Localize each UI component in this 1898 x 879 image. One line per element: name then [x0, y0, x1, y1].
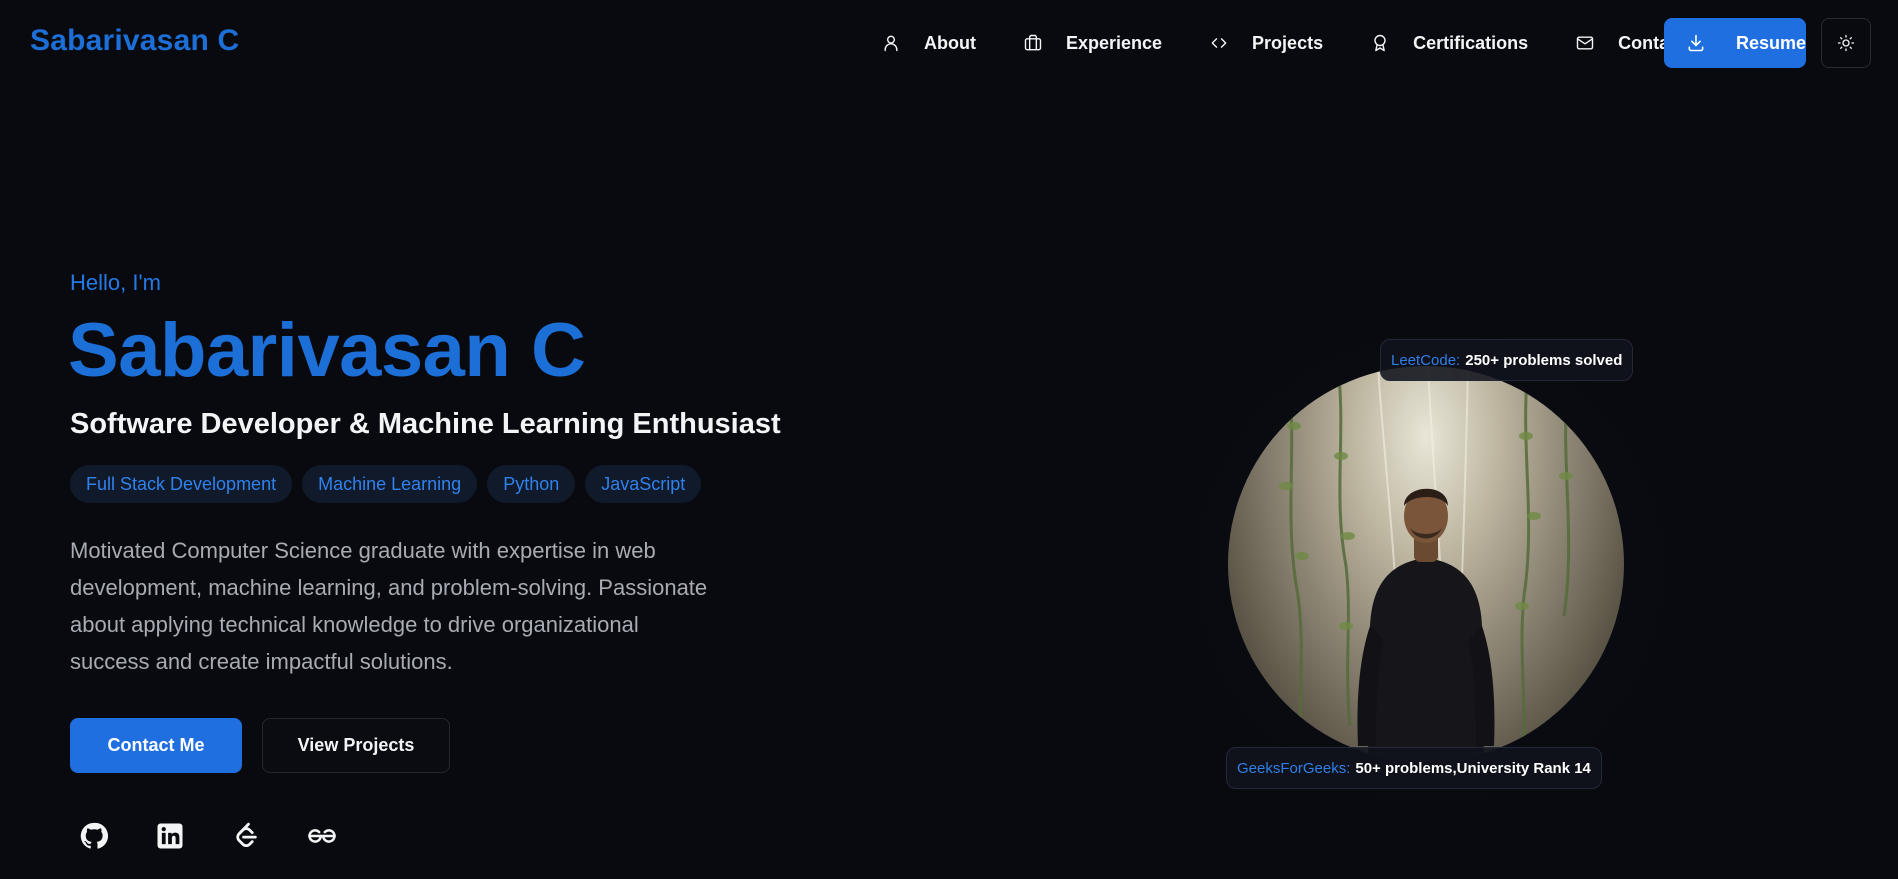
nav-item-label: About	[924, 32, 976, 53]
hero-greeting: Hello, I'm	[70, 270, 161, 295]
sun-icon	[1837, 34, 1855, 52]
skill-tag: JavaScript	[585, 465, 702, 503]
leetcode-badge-value: 250+ problems solved	[1465, 351, 1623, 369]
leetcode-badge: LeetCode: 250+ problems solved	[1380, 339, 1634, 381]
contact-me-button[interactable]: Contact Me	[70, 718, 242, 773]
nav-item-label: Projects	[1252, 32, 1324, 53]
nav-item-label: Certifications	[1413, 32, 1529, 53]
linkedin-link[interactable]	[154, 820, 186, 852]
geeksforgeeks-link[interactable]	[306, 820, 338, 852]
geeksforgeeks-badge: GeeksForGeeks: 50+ problems,University R…	[1226, 747, 1602, 789]
skill-tag: Machine Learning	[302, 465, 478, 503]
geeksforgeeks-icon	[308, 829, 336, 843]
theme-toggle-button[interactable]	[1821, 18, 1871, 68]
hero-role: Software Developer & Machine Learning En…	[70, 408, 781, 440]
nav-item-about[interactable]: About	[880, 22, 976, 64]
top-nav: Sabarivasan C About Experience Projects	[0, 0, 1898, 86]
nav-item-label: Experience	[1065, 32, 1163, 53]
github-icon	[80, 822, 109, 849]
nav-item-certifications[interactable]: Certifications	[1369, 22, 1528, 64]
linkedin-icon	[157, 823, 183, 849]
nav-links: About Experience Projects Certifications	[880, 22, 1685, 64]
award-icon	[1369, 32, 1391, 54]
resume-label: Resume	[1735, 32, 1806, 53]
skill-tag: Full Stack Development	[70, 465, 293, 503]
code-icon	[1208, 32, 1230, 54]
nav-item-projects[interactable]: Projects	[1208, 22, 1323, 64]
geeksforgeeks-badge-key: GeeksForGeeks:	[1237, 759, 1351, 777]
nav-item-experience[interactable]: Experience	[1022, 22, 1162, 64]
leetcode-icon	[236, 822, 257, 847]
view-projects-button[interactable]: View Projects	[262, 718, 450, 773]
leetcode-link[interactable]	[230, 820, 262, 852]
profile-photo	[1228, 366, 1624, 762]
portfolio-page: Sabarivasan C About Experience Projects	[0, 0, 1898, 879]
geeksforgeeks-badge-value: 50+ problems,University Rank 14	[1355, 759, 1591, 777]
social-links	[78, 820, 338, 852]
briefcase-icon	[1022, 32, 1044, 54]
mail-icon	[1574, 32, 1596, 54]
resume-button[interactable]: Resume	[1664, 18, 1806, 68]
hero-bio: Motivated Computer Science graduate with…	[70, 538, 708, 674]
skill-tag: Python	[487, 465, 576, 503]
hero-name: Sabarivasan C	[68, 308, 586, 393]
skill-tags: Full Stack Development Machine Learning …	[70, 465, 702, 503]
leetcode-badge-key: LeetCode:	[1391, 351, 1461, 369]
user-icon	[880, 32, 902, 54]
download-icon	[1688, 34, 1704, 52]
brand-logo[interactable]: Sabarivasan C	[30, 24, 239, 58]
github-link[interactable]	[78, 820, 110, 852]
